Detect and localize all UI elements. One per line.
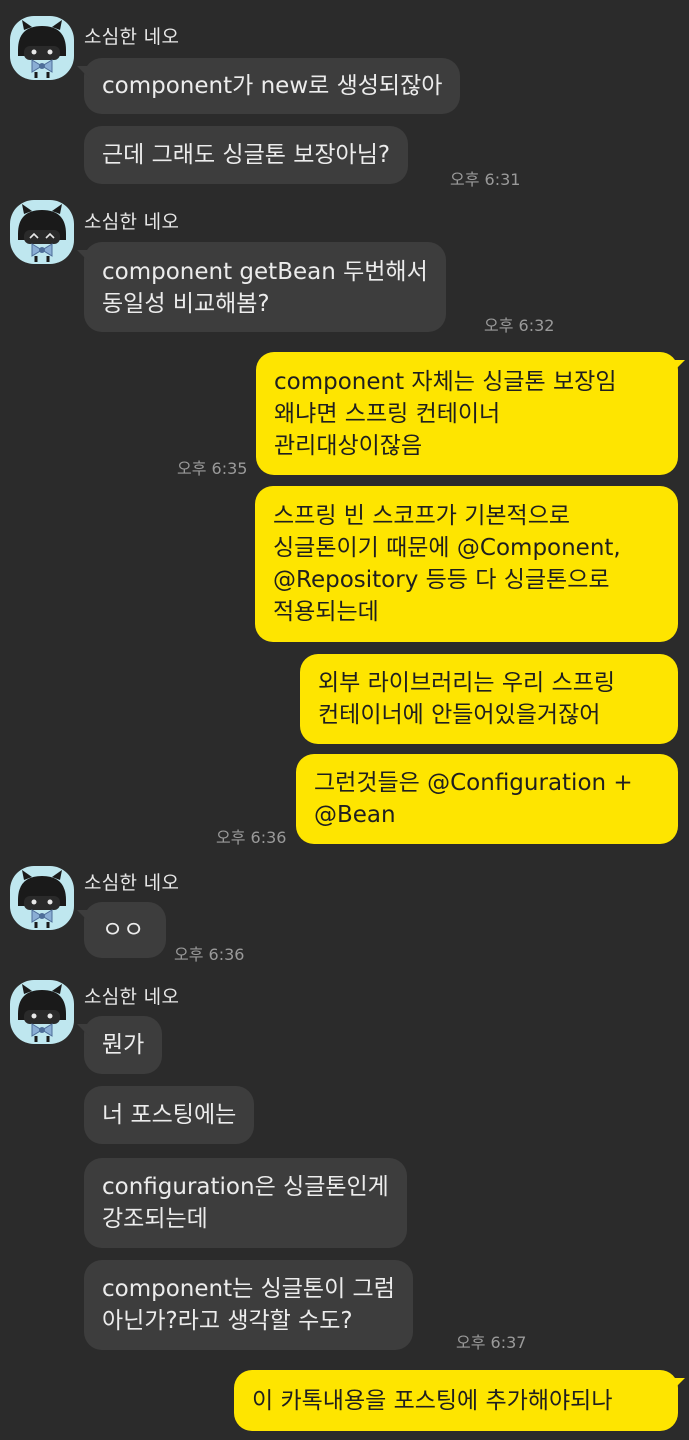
avatar[interactable]: [10, 200, 74, 264]
sender-name: 소심한 네오: [84, 872, 180, 894]
message-time: 오후 6:35: [177, 459, 248, 478]
message-bubble[interactable]: 너 포스팅에는: [84, 1086, 255, 1144]
message-bubble[interactable]: component 자체는 싱글톤 보장임 왜냐면 스프링 컨테이너 관리대상이…: [256, 352, 685, 475]
avatar[interactable]: [10, 980, 74, 1044]
message-time: 오후 6:31: [450, 170, 521, 189]
avatar[interactable]: [10, 16, 74, 80]
message-time: 오후 6:36: [174, 945, 245, 964]
sender-name: 소심한 네오: [84, 211, 180, 233]
message-bubble[interactable]: 그런것들은 @Configuration + @Bean: [296, 754, 678, 844]
message-bubble[interactable]: component getBean 두번해서 동일성 비교해봄?: [77, 242, 446, 332]
message-bubble[interactable]: 외부 라이브러리는 우리 스프링 컨테이너에 안들어있을거잖어: [300, 654, 678, 744]
message-bubble[interactable]: 뭔가: [76, 1016, 163, 1074]
sender-name: 소심한 네오: [84, 986, 180, 1008]
message-bubble[interactable]: 스프링 빈 스코프가 기본적으로 싱글톤이기 때문에 @Component, @…: [255, 486, 678, 642]
message-bubble[interactable]: component가 new로 생성되잖아: [76, 58, 461, 114]
message-bubble[interactable]: configuration은 싱글톤인게 강조되는데: [84, 1158, 407, 1248]
message-time: 오후 6:37: [456, 1333, 527, 1352]
message-time: 오후 6:32: [484, 316, 555, 335]
sender-name: 소심한 네오: [84, 26, 180, 48]
avatar[interactable]: [10, 866, 74, 930]
message-time: 오후 6:36: [216, 828, 287, 847]
message-bubble[interactable]: ㅇㅇ: [77, 902, 166, 958]
message-bubble[interactable]: component는 싱글톤이 그럼 아닌가?라고 생각할 수도?: [84, 1260, 413, 1350]
message-bubble[interactable]: 이 카톡내용을 포스팅에 추가해야되나: [234, 1370, 685, 1431]
message-bubble[interactable]: 근데 그래도 싱글톤 보장아님?: [84, 126, 409, 184]
